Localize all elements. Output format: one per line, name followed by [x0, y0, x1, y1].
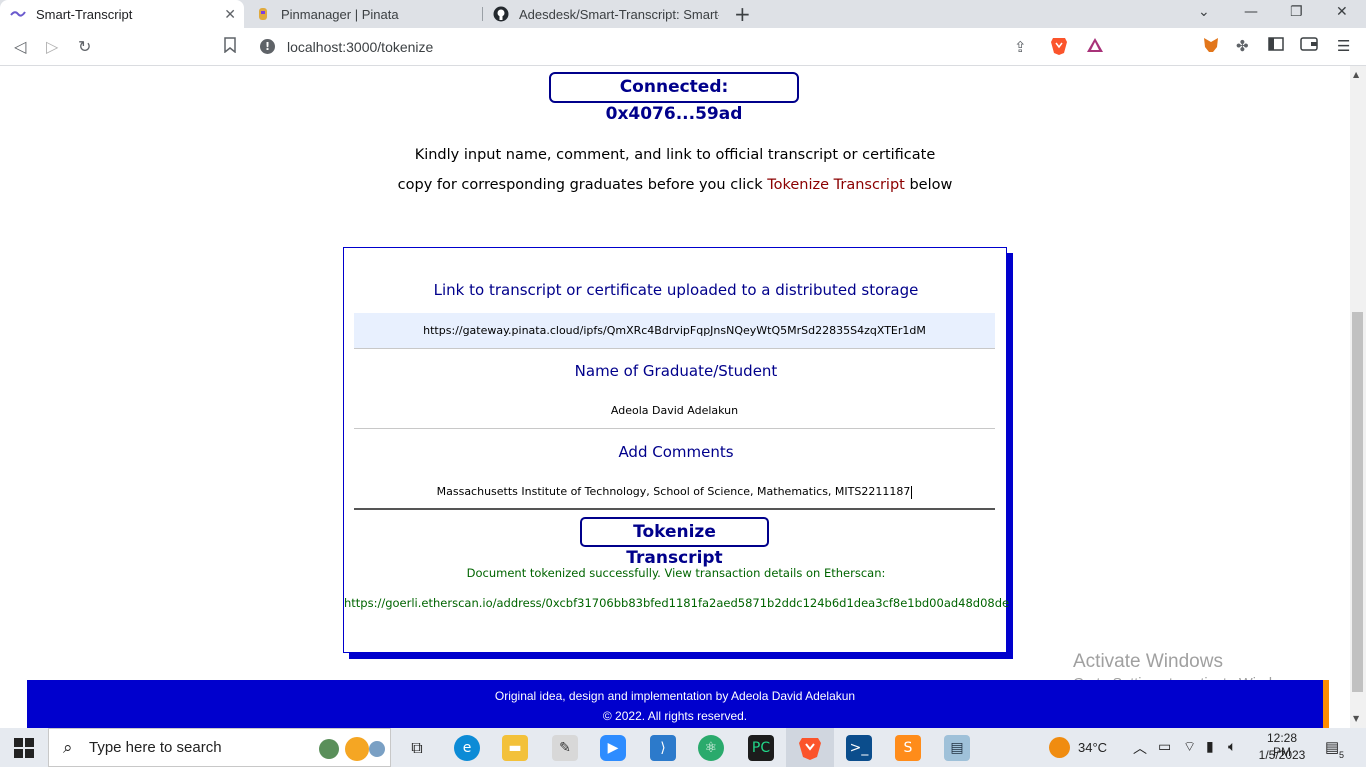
instruction-post: below: [904, 177, 953, 193]
comments-input[interactable]: Massachusetts Institute of Technology, S…: [354, 474, 995, 510]
taskbar-search-box[interactable]: ⌕ Type here to search: [48, 728, 391, 767]
task-view-icon[interactable]: ⧉: [404, 735, 430, 761]
instruction-line-2: copy for corresponding graduates before …: [375, 170, 975, 200]
atom-icon[interactable]: ⚛: [698, 735, 724, 761]
link-field-label: Link to transcript or certificate upload…: [433, 281, 919, 299]
vscode-icon[interactable]: ⟩: [650, 735, 676, 761]
back-icon[interactable]: ◁: [14, 37, 26, 56]
reload-icon[interactable]: ↻: [78, 37, 91, 56]
meet-now-icon[interactable]: ▭: [1158, 738, 1171, 755]
brave-shields-icon[interactable]: [1050, 36, 1068, 60]
weather-temp[interactable]: 34°C: [1078, 740, 1107, 755]
bookmark-icon[interactable]: [224, 37, 236, 57]
tab-title: Adesdesk/Smart-Transcript: Smart-Tra: [519, 6, 719, 22]
menu-icon[interactable]: ☰: [1337, 37, 1350, 55]
tab-title: Smart-Transcript: [36, 6, 133, 22]
text-caret: [911, 485, 913, 499]
brave-rewards-icon[interactable]: [1086, 36, 1104, 58]
weather-sun-icon[interactable]: [1049, 737, 1070, 758]
edge-icon[interactable]: e: [454, 735, 480, 761]
footer-credit: Original idea, design and implementation…: [494, 689, 856, 703]
search-placeholder: Type here to search: [89, 739, 222, 756]
extensions-icon[interactable]: ✤: [1236, 37, 1249, 55]
tokenize-form-card: Link to transcript or certificate upload…: [343, 247, 1009, 653]
search-highlight-icon: [315, 735, 387, 767]
github-icon: [493, 6, 509, 22]
metamask-icon[interactable]: [1202, 36, 1220, 58]
instruction-text: Kindly input name, comment, and link to …: [375, 140, 975, 200]
notifications-icon[interactable]: ▤: [1325, 738, 1339, 756]
address-bar[interactable]: ! localhost:3000/tokenize ⇪: [252, 32, 1282, 62]
instruction-line-1: Kindly input name, comment, and link to …: [414, 147, 936, 163]
new-tab-button[interactable]: +: [734, 2, 751, 26]
footer-copyright: © 2022. All rights reserved.: [602, 709, 748, 723]
close-tab-icon[interactable]: ✕: [224, 6, 236, 23]
browser-toolbar: ◁ ▷ ↻ ! localhost:3000/tokenize ⇪ ✤ ☰: [0, 28, 1366, 66]
comments-field-label: Add Comments: [618, 443, 734, 461]
paint-icon[interactable]: ✎: [552, 735, 578, 761]
scroll-up-icon[interactable]: ▲: [1353, 70, 1359, 79]
success-message: Document tokenized successfully. View tr…: [466, 566, 886, 580]
close-window-icon[interactable]: ✕: [1336, 4, 1348, 20]
tab-search-icon[interactable]: ⌄: [1198, 4, 1210, 20]
name-input[interactable]: Adeola David Adelakun: [354, 393, 995, 429]
url-text[interactable]: localhost:3000/tokenize: [287, 39, 433, 55]
windows-start-icon[interactable]: [14, 738, 34, 758]
powershell-icon[interactable]: >_: [846, 735, 872, 761]
tray-chevron-icon[interactable]: ︿: [1133, 738, 1147, 758]
tab-pinata[interactable]: Pinmanager | Pinata: [245, 0, 481, 28]
restore-icon[interactable]: ❐: [1290, 4, 1303, 20]
etherscan-link[interactable]: https://goerli.etherscan.io/address/0xcb…: [344, 596, 1009, 610]
scroll-down-icon[interactable]: ▼: [1353, 714, 1359, 723]
notification-count: 5: [1339, 750, 1345, 760]
volume-icon[interactable]: 🔈︎: [1228, 738, 1236, 755]
sublime-text-icon[interactable]: S: [895, 735, 921, 761]
sidebar-icon[interactable]: [1268, 37, 1284, 55]
forward-icon[interactable]: ▷: [46, 37, 58, 56]
smart-transcript-favicon-icon: [10, 6, 26, 22]
pycharm-icon[interactable]: PC: [748, 735, 774, 761]
site-info-icon[interactable]: !: [260, 39, 275, 54]
instruction-pre: copy for corresponding graduates before …: [397, 177, 768, 193]
page-footer: Original idea, design and implementation…: [27, 680, 1323, 728]
scroll-thumb[interactable]: [1352, 312, 1363, 692]
battery-icon[interactable]: ▮: [1206, 738, 1214, 755]
wallet-icon[interactable]: [1300, 37, 1318, 55]
tokenize-transcript-button[interactable]: Tokenize Transcript: [580, 517, 769, 568]
tab-smart-transcript[interactable]: Smart-Transcript ✕: [0, 0, 244, 28]
wallet-connected-button[interactable]: Connected: 0x4076...59ad: [549, 72, 799, 124]
search-icon: ⌕: [63, 738, 73, 758]
wifi-icon[interactable]: ⌔: [1183, 738, 1196, 756]
notepad-icon[interactable]: ▤: [944, 735, 970, 761]
page-content: Connected: 0x4076...59ad Kindly input na…: [0, 66, 1350, 728]
brave-browser-icon[interactable]: [797, 735, 823, 761]
minimize-icon[interactable]: —: [1244, 4, 1258, 20]
link-input[interactable]: https://gateway.pinata.cloud/ipfs/QmXRc4…: [354, 313, 995, 349]
comments-value: Massachusetts Institute of Technology, S…: [436, 485, 911, 498]
name-field-label: Name of Graduate/Student: [574, 362, 778, 380]
file-explorer-icon[interactable]: ▬: [502, 735, 528, 761]
windows-taskbar: ⌕ Type here to search ⧉ e ▬ ✎ ▶ ⟩ ⚛ PC >…: [0, 728, 1366, 767]
clock-date[interactable]: 1/5/2023: [1257, 748, 1307, 762]
zoom-icon[interactable]: ▶: [600, 735, 626, 761]
tab-github[interactable]: Adesdesk/Smart-Transcript: Smart-Tra: [483, 0, 723, 28]
tab-title: Pinmanager | Pinata: [281, 6, 399, 22]
activate-windows-title: Activate Windows: [1073, 651, 1223, 672]
pinata-favicon-icon: [255, 6, 271, 22]
instruction-highlight: Tokenize Transcript: [767, 177, 905, 193]
browser-tab-bar: Smart-Transcript ✕ Pinmanager | Pinata A…: [0, 0, 1366, 28]
page-scrollbar[interactable]: ▲ ▼: [1350, 66, 1366, 728]
share-icon[interactable]: ⇪: [1014, 38, 1027, 56]
